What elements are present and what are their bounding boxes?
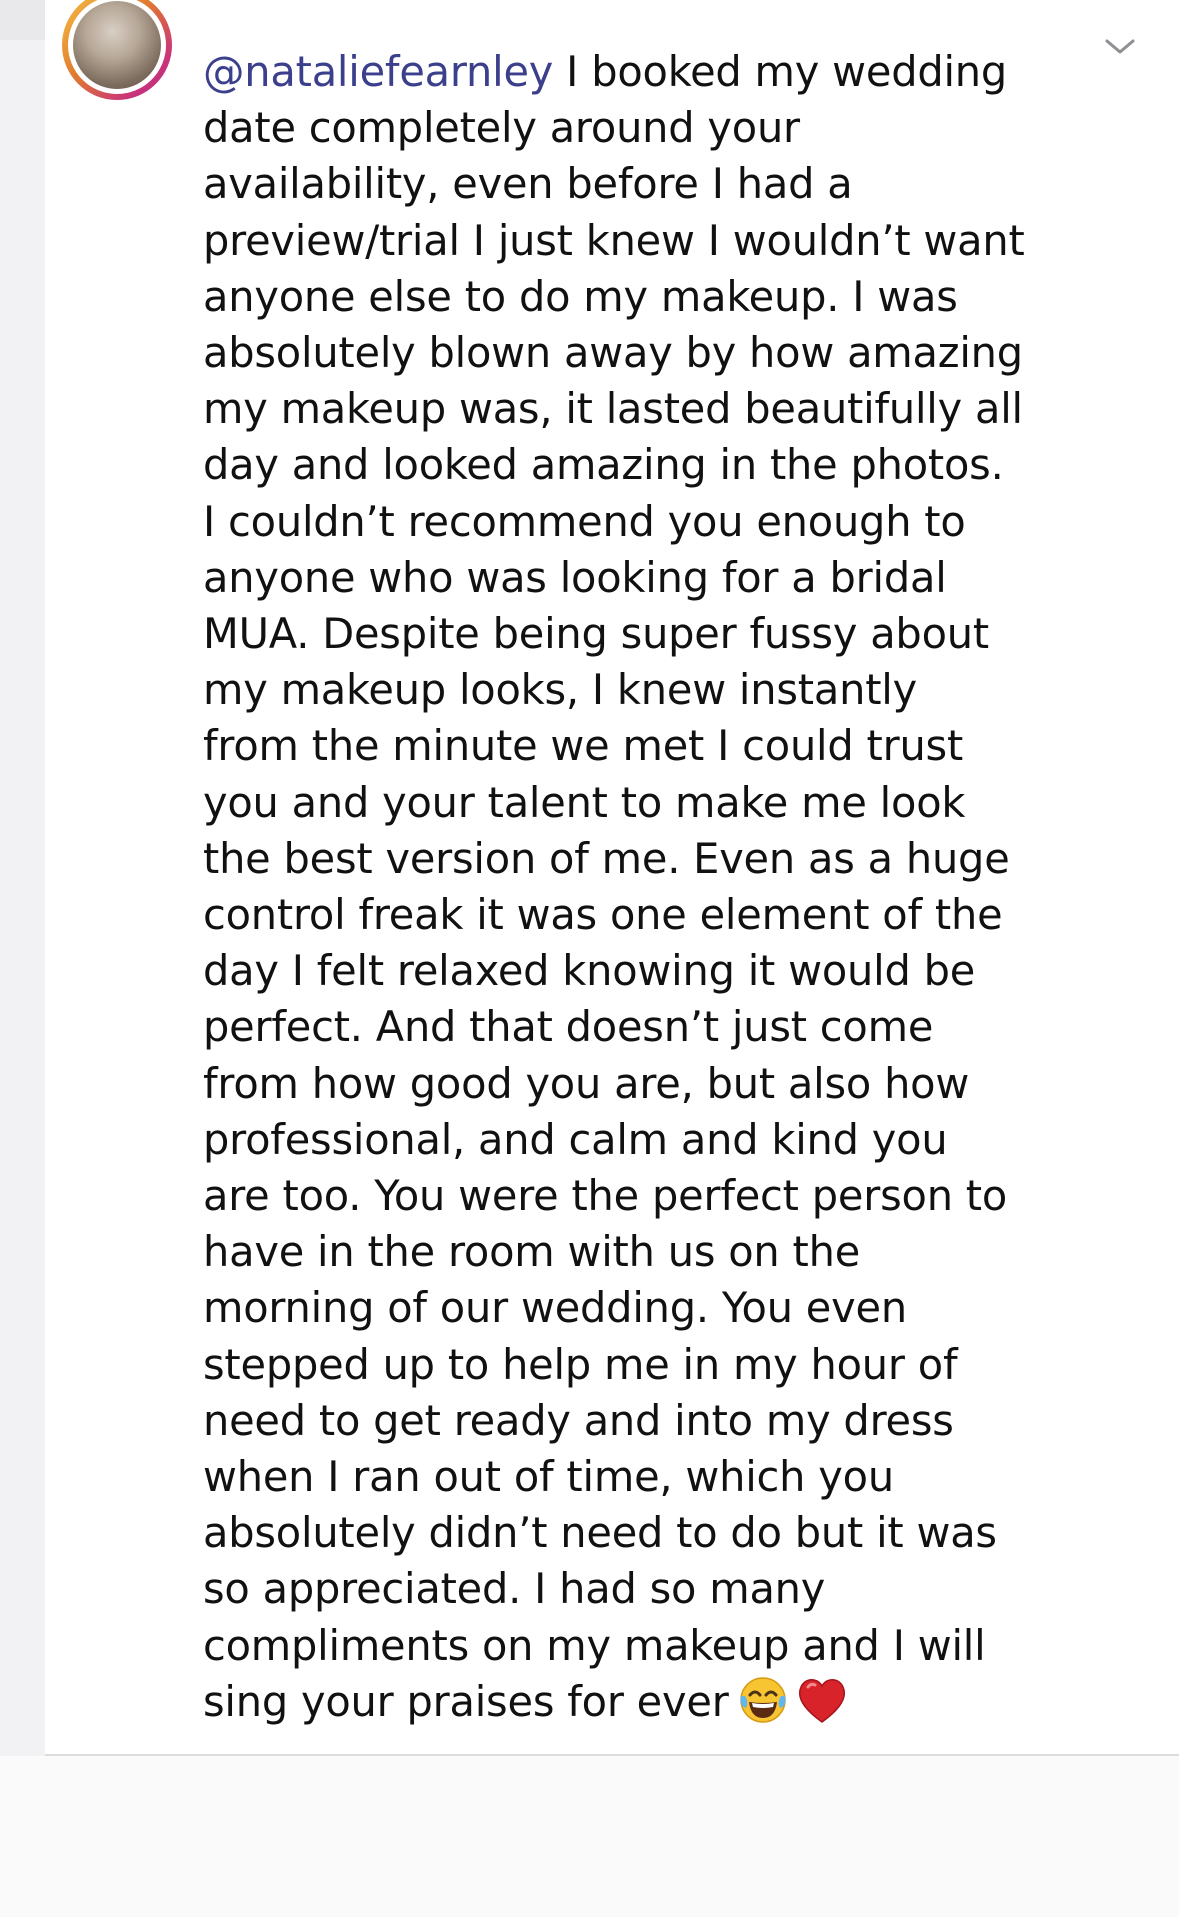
laughing-tears-emoji: [739, 1677, 786, 1723]
avatar-photo: [73, 1, 161, 89]
comment-username-link[interactable]: @nataliefearnley: [203, 47, 553, 96]
empty-area: [0, 1756, 1179, 1917]
comment-line: my makeup looks, I knew instantly: [203, 665, 917, 715]
comment-line: are too. You were the perfect person to: [203, 1171, 1008, 1221]
comment-text: @nataliefearnley I booked my wedding dat…: [203, 44, 1083, 1730]
comment-line: have in the room with us on the: [203, 1227, 861, 1277]
comment-line: anyone else to do my makeup. I was: [203, 271, 958, 321]
comment-line: absolutely blown away by how amazing: [203, 328, 1023, 378]
comment-line: day and looked amazing in the photos.: [203, 440, 1004, 490]
comment-line: professional, and calm and kind you: [203, 1114, 948, 1164]
comment-line: when I ran out of time, which you: [203, 1452, 894, 1502]
comment-line: morning of our wedding. You even: [203, 1283, 907, 1333]
comment-line: stepped up to help me in my hour of: [203, 1339, 958, 1389]
comment-line: anyone who was looking for a bridal: [203, 552, 947, 602]
comment-line: absolutely didn’t need to do but it was: [203, 1508, 997, 1558]
comment-line: from the minute we met I could trust: [203, 721, 964, 771]
comment-line: preview/trial I just knew I wouldn’t wan…: [203, 215, 1025, 265]
comment-line: control freak it was one element of the: [203, 890, 1003, 940]
comment-line: MUA. Despite being super fussy about: [203, 609, 989, 659]
comment-first-line-text: I booked my wedding: [553, 47, 1008, 96]
chevron-down-icon[interactable]: [1103, 30, 1137, 64]
comment-last-line-text: sing your praises for ever: [203, 1676, 729, 1726]
comment-line: you and your talent to make me look: [203, 777, 966, 827]
comment-line: availability, even before I had a: [203, 159, 853, 209]
comment-line: the best version of me. Even as a huge: [203, 833, 1010, 883]
comment-line: perfect. And that doesn’t just come: [203, 1002, 934, 1052]
comment-line: day I felt relaxed knowing it would be: [203, 946, 976, 996]
comment-line: I couldn’t recommend you enough to: [203, 496, 966, 546]
comment-last-line: sing your praises for ever: [203, 1674, 1083, 1730]
comment-line: date completely around your: [203, 103, 800, 153]
comment-line: need to get ready and into my dress: [203, 1395, 954, 1445]
red-heart-emoji: [798, 1678, 845, 1723]
comment-line: from how good you are, but also how: [203, 1058, 970, 1108]
comment-line: compliments on my makeup and I will: [203, 1620, 986, 1670]
comment-first-line: @nataliefearnley I booked my wedding: [203, 44, 1083, 100]
comment-line: so appreciated. I had so many: [203, 1564, 826, 1614]
comment-line: my makeup was, it lasted beautifully all: [203, 384, 1023, 434]
